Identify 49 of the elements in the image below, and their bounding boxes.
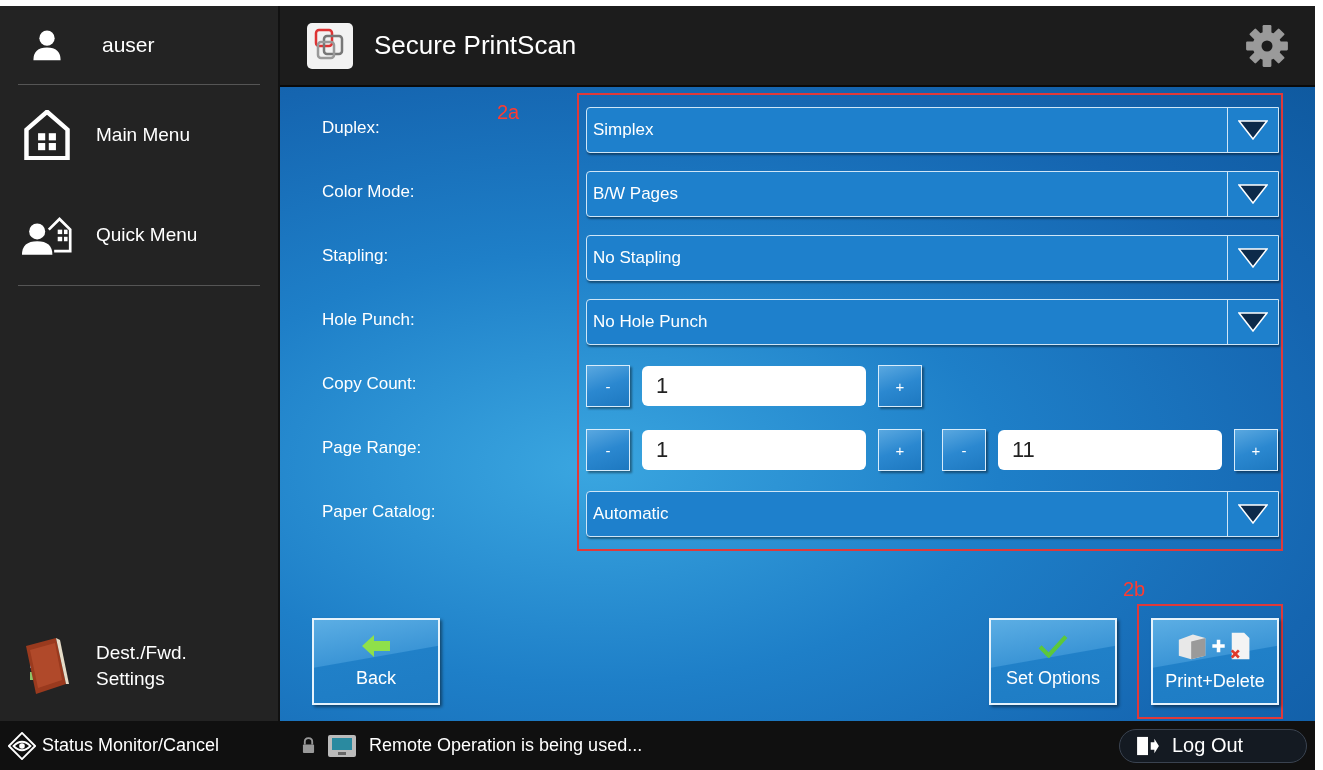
dropdown[interactable]: No Stapling — [586, 235, 1279, 281]
eye-icon — [8, 731, 36, 760]
caret-icon — [1238, 312, 1268, 332]
settings-icon[interactable] — [1245, 23, 1289, 68]
plus-button[interactable]: + — [878, 365, 922, 407]
field-label: Paper Catalog: — [322, 502, 436, 522]
field-label: Page Range: — [322, 438, 422, 458]
field-label: Stapling: — [322, 246, 389, 266]
lock-icon — [302, 737, 315, 754]
caret-icon — [1238, 184, 1268, 204]
plus-button[interactable]: + — [1234, 429, 1278, 471]
number-field[interactable]: 1 — [642, 430, 866, 470]
logout-button[interactable]: Log Out — [1119, 728, 1307, 763]
dropdown[interactable]: B/W Pages — [586, 171, 1279, 217]
arrow-left-icon — [361, 634, 391, 658]
annotation-label: 2b — [1123, 578, 1146, 601]
field-label: Duplex: — [322, 118, 380, 138]
caret-icon — [1238, 504, 1268, 524]
sidebar-item[interactable]: Main Menu — [0, 85, 278, 185]
field-label: Hole Punch: — [322, 310, 415, 330]
app-title: Secure PrintScan — [374, 30, 578, 61]
plus-button[interactable]: + — [878, 429, 922, 471]
house-icon — [22, 110, 72, 160]
dropdown[interactable]: No Hole Punch — [586, 299, 1279, 345]
action-button[interactable]: Back — [312, 618, 440, 705]
caret-icon — [1238, 248, 1268, 268]
annotation-label: 2a — [497, 101, 520, 124]
minus-button[interactable]: - — [942, 429, 986, 471]
action-button[interactable]: Set Options — [989, 618, 1117, 705]
field-label: Color Mode: — [322, 182, 415, 202]
check-icon — [1038, 634, 1068, 658]
monitor-icon — [327, 733, 357, 758]
number-field[interactable]: 11 — [998, 430, 1222, 470]
field-label: Copy Count: — [322, 374, 417, 394]
exit-door-icon — [1136, 735, 1160, 756]
user-name: auser — [102, 33, 155, 57]
app-logo-icon — [306, 21, 354, 70]
sidebar-item[interactable]: Quick Menu — [0, 185, 278, 285]
user-icon — [30, 28, 64, 62]
sidebar-item[interactable]: Dest./Fwd. Settings — [0, 611, 278, 721]
minus-button[interactable]: - — [586, 365, 630, 407]
number-field[interactable]: 1 — [642, 366, 866, 406]
dropdown[interactable]: Automatic — [586, 491, 1279, 537]
minus-button[interactable]: - — [586, 429, 630, 471]
caret-icon — [1238, 120, 1268, 140]
status-monitor-button[interactable]: Status Monitor/Cancel — [0, 731, 290, 760]
dropdown[interactable]: Simplex — [586, 107, 1279, 153]
action-button[interactable]: Print+Delete — [1151, 618, 1279, 705]
status-message: Remote Operation is being used... — [369, 735, 643, 756]
